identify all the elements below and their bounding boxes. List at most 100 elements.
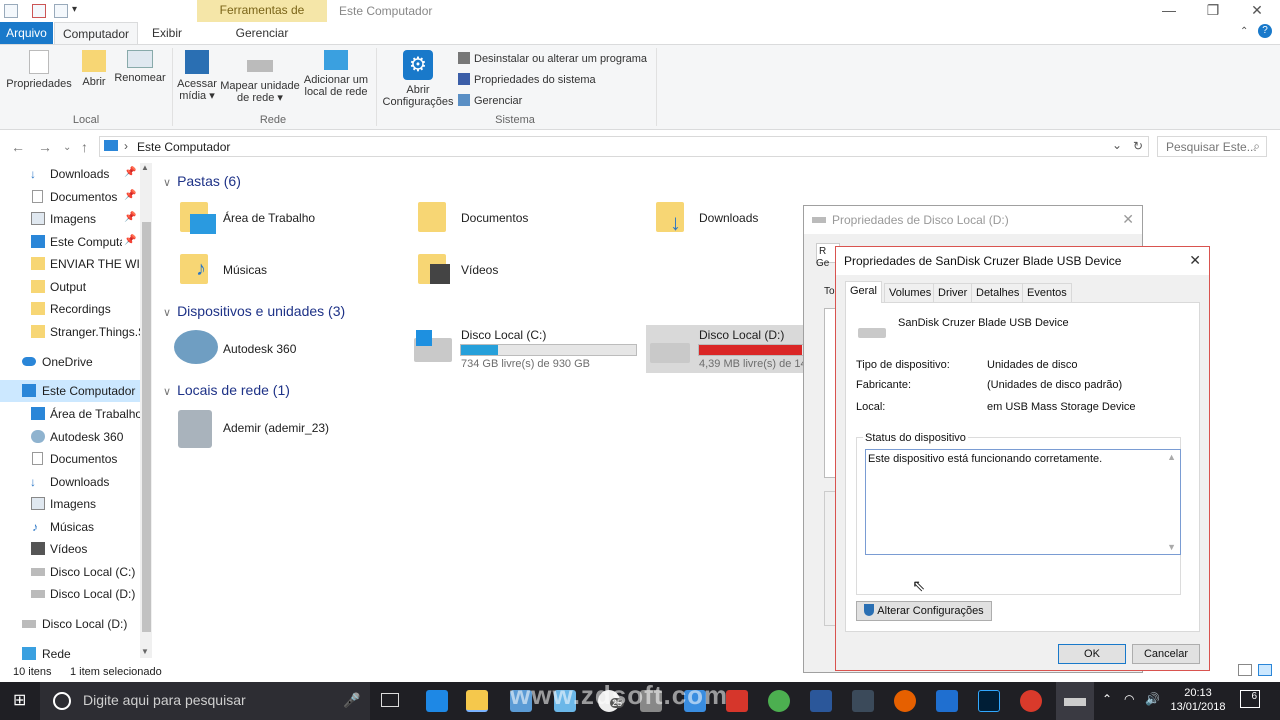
properties-quick-icon[interactable] — [32, 4, 46, 18]
chrome-icon[interactable] — [768, 690, 790, 712]
recent-dropdown-icon[interactable]: ⌄ — [63, 142, 71, 153]
collapse-ribbon-icon[interactable]: ⌃ — [1240, 26, 1248, 37]
volume-icon[interactable]: 🔊 — [1145, 692, 1160, 706]
scroll-down-icon[interactable]: ▼ — [141, 647, 149, 656]
nav-disco-c[interactable]: Disco Local (C:) — [0, 561, 150, 583]
recorder-icon[interactable] — [1020, 690, 1042, 712]
nav-quick-recordings[interactable]: Recordings — [0, 298, 150, 320]
abrir-button[interactable]: Abrir — [78, 50, 110, 88]
nav-quick-este-computador[interactable]: Este Computad📌 — [0, 231, 150, 253]
tab-detalhes[interactable]: Detalhes — [971, 283, 1025, 303]
nav-autodesk[interactable]: Autodesk 360 — [0, 426, 150, 448]
quick-access-dropdown-icon[interactable]: ▾ — [72, 4, 77, 15]
cancel-button[interactable]: Cancelar — [1132, 644, 1200, 664]
alterar-configuracoes-button[interactable]: Alterar Configurações — [856, 601, 992, 621]
device-autodesk[interactable]: Autodesk 360 — [174, 328, 394, 368]
nav-downloads[interactable]: ↓ Downloads — [0, 471, 150, 493]
pin-icon[interactable]: 📌 — [124, 212, 136, 223]
photoshop-icon[interactable] — [978, 690, 1000, 712]
nav-area-trabalho[interactable]: Área de Trabalho — [0, 403, 150, 425]
nav-quick-output[interactable]: Output — [0, 276, 150, 298]
folder-downloads[interactable]: ↓ Downloads — [656, 200, 796, 236]
nav-disco-d-root[interactable]: Disco Local (D:) — [0, 613, 150, 635]
new-folder-quick-icon[interactable] — [54, 4, 68, 18]
file-explorer-icon[interactable] — [466, 690, 488, 712]
network-ademir[interactable]: Ademir (ademir_23) — [176, 406, 396, 450]
tray-chevron-icon[interactable]: ⌃ — [1102, 692, 1112, 706]
nav-disco-d[interactable]: Disco Local (D:) — [0, 583, 150, 605]
status-textarea[interactable]: Este dispositivo está funcionando corret… — [865, 449, 1181, 555]
action-center-icon[interactable]: 6 — [1240, 690, 1260, 708]
pin-icon[interactable]: 📌 — [124, 167, 136, 178]
minimize-icon[interactable]: — — [1146, 0, 1192, 22]
desinstalar-button[interactable]: Desinstalar ou alterar um programa — [458, 52, 647, 65]
edge-icon[interactable] — [426, 690, 448, 712]
tiles-view-icon[interactable] — [1258, 664, 1272, 676]
close-icon[interactable]: ✕ — [1189, 252, 1201, 269]
folder-musicas[interactable]: ♪ Músicas — [180, 252, 380, 288]
acrobat-icon[interactable] — [726, 690, 748, 712]
nav-videos[interactable]: Vídeos — [0, 538, 150, 560]
close-icon[interactable]: ✕ — [1234, 0, 1280, 22]
help-icon[interactable]: ? — [1258, 24, 1272, 38]
nav-imagens[interactable]: Imagens — [0, 493, 150, 515]
app-icon[interactable] — [852, 690, 874, 712]
nav-onedrive[interactable]: OneDrive — [0, 351, 150, 373]
section-dispositivos[interactable]: ∨ Dispositivos e unidades (3) — [163, 303, 345, 319]
search-input[interactable]: Pesquisar Este... ⌕ — [1157, 136, 1267, 157]
nav-scroll-thumb[interactable] — [142, 222, 151, 632]
nav-musicas[interactable]: ♪ Músicas — [0, 516, 150, 538]
address-bar[interactable]: › Este Computador ⌄ ↻ — [99, 136, 1149, 157]
propriedades-sistema-button[interactable]: Propriedades do sistema — [458, 73, 596, 86]
windows-start-icon[interactable]: ⊞ — [13, 692, 31, 710]
details-view-icon[interactable] — [1238, 664, 1252, 676]
mapear-unidade-button[interactable]: Mapear unidade de rede ▾ — [219, 50, 301, 104]
app-icon[interactable] — [4, 4, 18, 18]
section-locais[interactable]: ∨ Locais de rede (1) — [163, 382, 290, 398]
firefox-icon[interactable] — [894, 690, 916, 712]
microphone-icon[interactable]: 🎤 — [343, 692, 360, 709]
nav-documentos[interactable]: Documentos — [0, 448, 150, 470]
nav-quick-documentos[interactable]: Documentos 📌 — [0, 186, 150, 208]
tab-geral[interactable]: Geral — [845, 281, 882, 303]
nav-rede[interactable]: Rede — [0, 643, 150, 665]
refresh-icon[interactable]: ↻ — [1133, 139, 1143, 153]
word-icon[interactable] — [810, 690, 832, 712]
section-pastas[interactable]: ∨ Pastas (6) — [163, 173, 241, 189]
wifi-icon[interactable]: ◠ — [1124, 692, 1134, 706]
abrir-configuracoes-button[interactable]: ⚙ Abrir Configurações — [380, 50, 456, 108]
maximize-icon[interactable]: ❐ — [1190, 0, 1236, 22]
renomear-button[interactable]: Renomear — [114, 50, 166, 84]
tab-eventos[interactable]: Eventos — [1022, 283, 1072, 303]
pin-icon[interactable]: 📌 — [124, 190, 136, 201]
clock[interactable]: 20:13 13/01/2018 — [1166, 686, 1230, 714]
back-icon[interactable]: ← — [11, 139, 25, 155]
address-dropdown-icon[interactable]: ⌄ — [1112, 138, 1122, 152]
task-view-icon[interactable] — [381, 693, 399, 707]
forward-icon[interactable]: → — [38, 139, 52, 155]
taskbar-search[interactable]: Digite aqui para pesquisar — [40, 682, 370, 720]
tab-exibir[interactable]: Exibir — [140, 22, 194, 44]
acessar-midia-button[interactable]: Acessar mídia ▾ — [176, 50, 218, 102]
pin-icon[interactable]: 📌 — [124, 235, 136, 246]
usb-device-properties-dialog[interactable]: Propriedades de SanDisk Cruzer Blade USB… — [835, 246, 1210, 671]
nav-este-computador[interactable]: Este Computador — [0, 380, 150, 402]
tab-arquivo[interactable]: Arquivo — [0, 22, 53, 44]
up-icon[interactable]: ↑ — [81, 139, 88, 155]
ok-button[interactable]: OK — [1058, 644, 1126, 664]
propriedades-button[interactable]: Propriedades — [6, 50, 72, 90]
device-disco-c[interactable]: Disco Local (C:) 734 GB livre(s) de 930 … — [412, 326, 642, 372]
nav-quick-stranger[interactable]: Stranger.Things.S — [0, 321, 150, 343]
scroll-up-icon[interactable]: ▲ — [141, 163, 149, 172]
device-disco-d[interactable]: Disco Local (D:) 4,39 MB livre(s) de 14 — [646, 325, 807, 373]
folder-area-trabalho[interactable]: Área de Trabalho — [180, 200, 380, 236]
tab-computador[interactable]: Computador — [54, 22, 138, 44]
teamviewer-icon[interactable] — [936, 690, 958, 712]
tab-gerenciar[interactable]: Gerenciar — [197, 22, 327, 44]
tab-volumes[interactable]: Volumes — [884, 283, 937, 303]
folder-videos[interactable]: Vídeos — [418, 252, 618, 288]
tab-driver[interactable]: Driver — [933, 283, 973, 303]
folder-documentos[interactable]: Documentos — [418, 200, 618, 236]
scroll-up-icon[interactable]: ▲ — [1167, 452, 1176, 462]
nav-quick-enviar[interactable]: ENVIAR THE WITC — [0, 253, 150, 275]
